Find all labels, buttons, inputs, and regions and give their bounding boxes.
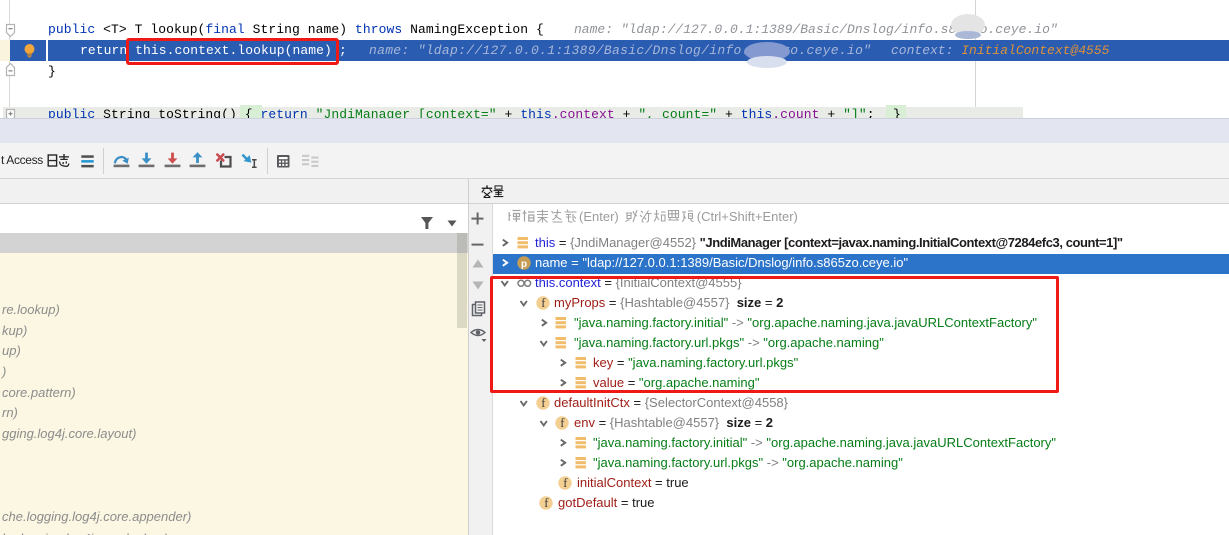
svg-text:p: p (520, 259, 526, 270)
